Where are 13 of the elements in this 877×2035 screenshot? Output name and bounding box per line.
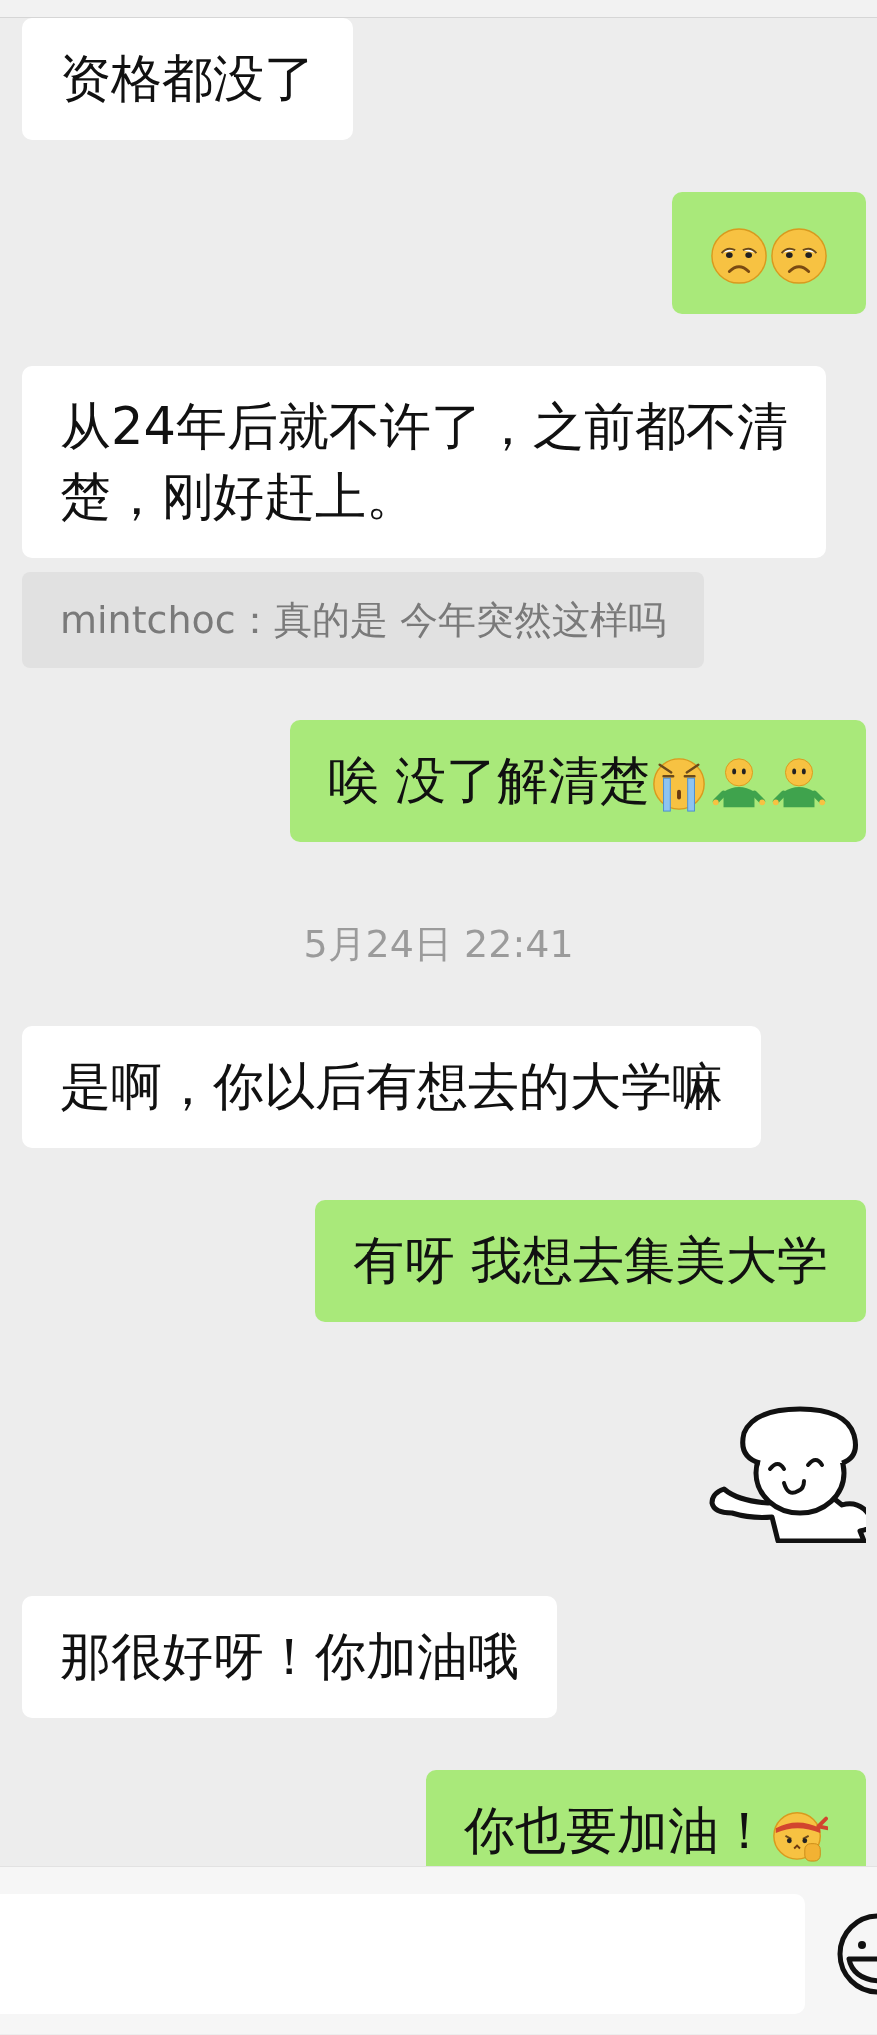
message-text: 有呀 我想去集美大学 (352, 1230, 828, 1292)
message-text: 从24年后就不许了，之前都不清 (60, 396, 788, 458)
message-text: 是啊，你以后有想去的大学嘛 (60, 1056, 723, 1118)
message-text: 唉 没了解清楚 (327, 751, 650, 810)
message-text: 那很好呀！你加油哦 (60, 1626, 519, 1688)
timestamp: 5月24日 22:41 (303, 921, 574, 968)
message-text: 你也要加油！ (464, 1801, 770, 1860)
sad-face-icon (710, 227, 768, 285)
message-text: 资格都没了 (60, 48, 315, 110)
sad-face-icon (770, 227, 828, 285)
quoted-message: mintchoc：真的是 今年突然这样吗 (22, 572, 704, 668)
crying-face-icon (650, 755, 708, 813)
message-text: 楚，刚好赶上。 (60, 466, 418, 528)
